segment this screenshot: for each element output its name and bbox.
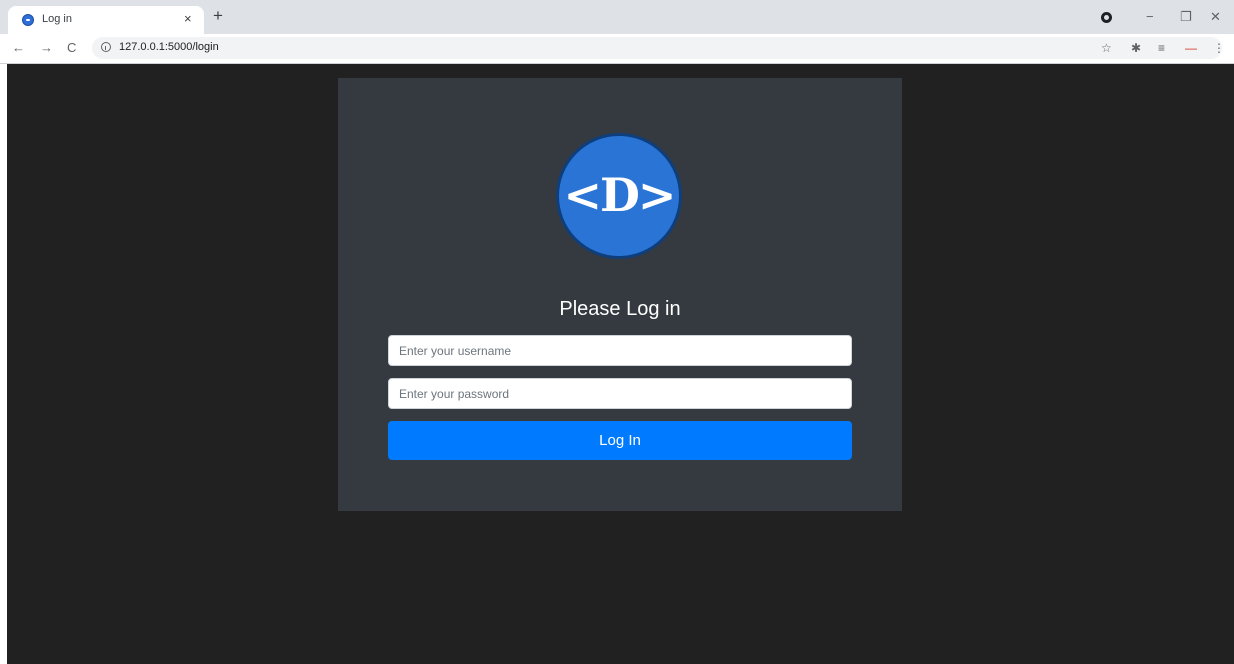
browser-window: Log in × + − ❐ ✕ ← → C 127.0.0.1:5000/lo… <box>0 0 1234 664</box>
menu-kebab-icon[interactable]: ⋮ <box>1213 40 1225 56</box>
bookmark-star-icon[interactable]: ☆ <box>1101 40 1112 56</box>
username-input[interactable] <box>388 335 852 366</box>
tab-log-in[interactable]: Log in × <box>8 6 204 34</box>
tab-close-icon[interactable]: × <box>184 11 192 27</box>
app-logo: <D> <box>556 133 682 259</box>
info-icon[interactable] <box>101 42 111 52</box>
restore-icon[interactable]: ❐ <box>1180 9 1192 25</box>
tab-strip: Log in × + − ❐ ✕ <box>0 0 1234 34</box>
login-heading: Please Log in <box>559 298 681 320</box>
app-logo-favicon-icon <box>22 14 34 26</box>
login-card: <D> Please Log in Log In <box>338 78 902 511</box>
forward-icon[interactable]: → <box>40 40 53 56</box>
tab-title: Log in <box>42 13 72 25</box>
address-bar[interactable]: 127.0.0.1:5000/login <box>92 37 1222 59</box>
address-url: 127.0.0.1:5000/login <box>119 41 219 53</box>
app-logo-text: <D> <box>563 168 677 222</box>
browser-toolbar: ← → C 127.0.0.1:5000/login ☆ ✱ ≡ — ⋮ <box>0 34 1234 64</box>
minimize-icon[interactable]: − <box>1146 9 1154 25</box>
extensions-puzzle-icon[interactable]: ✱ <box>1131 40 1141 56</box>
reload-icon[interactable]: C <box>67 40 76 56</box>
back-icon[interactable]: ← <box>12 40 25 56</box>
close-window-icon[interactable]: ✕ <box>1210 9 1221 25</box>
extension-minus-icon[interactable]: — <box>1185 40 1197 56</box>
page-body: <D> Please Log in Log In <box>7 64 1234 664</box>
login-button[interactable]: Log In <box>388 421 852 460</box>
new-tab-icon[interactable]: + <box>213 7 223 24</box>
password-input[interactable] <box>388 378 852 409</box>
media-playlist-icon[interactable]: ≡ <box>1158 40 1165 56</box>
profile-icon[interactable] <box>1101 12 1112 23</box>
